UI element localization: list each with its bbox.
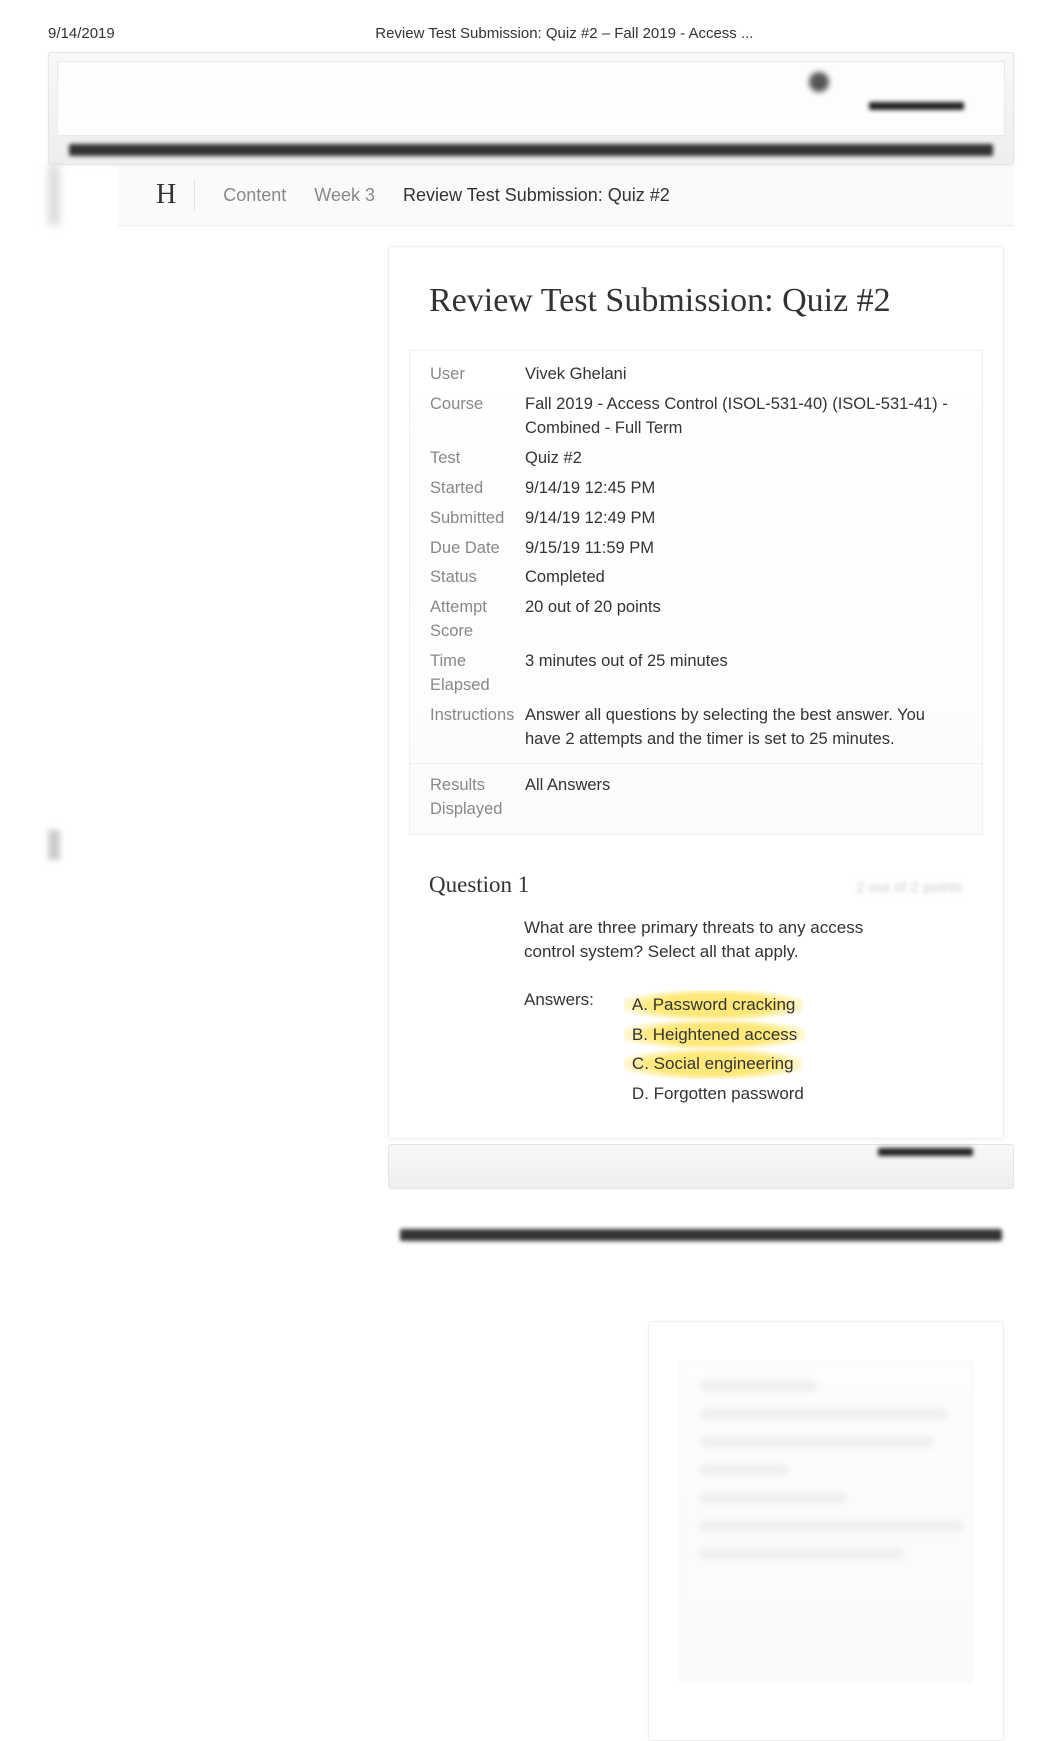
nav-divider-2: [400, 1229, 1002, 1241]
value-score: 20 out of 20 points: [525, 596, 962, 644]
label-user: User: [430, 363, 525, 387]
nav-divider: [69, 144, 993, 156]
redacted-text-bottom: [878, 1148, 973, 1156]
label-course: Course: [430, 393, 525, 441]
question-1: Question 1 2 out of 2 points What are th…: [389, 860, 1003, 1138]
label-score: Attempt Score: [430, 596, 525, 644]
label-submitted: Submitted: [430, 507, 525, 531]
label-instructions: Instructions: [430, 704, 525, 752]
breadcrumb-current: Review Test Submission: Quiz #2: [403, 185, 670, 206]
value-results: All Answers: [525, 774, 962, 822]
value-test: Quiz #2: [525, 447, 962, 471]
blurred-panel: [648, 1321, 1004, 1741]
submission-info-table: User Vivek Ghelani Course Fall 2019 - Ac…: [409, 350, 983, 835]
answers-label: Answers:: [524, 990, 594, 1108]
question-points: 2 out of 2 points: [856, 879, 963, 896]
label-due: Due Date: [430, 537, 525, 561]
value-status: Completed: [525, 566, 962, 590]
value-instructions: Answer all questions by selecting the be…: [525, 704, 962, 752]
label-test: Test: [430, 447, 525, 471]
label-status: Status: [430, 566, 525, 590]
review-panel: Review Test Submission: Quiz #2 User Viv…: [388, 246, 1004, 1139]
left-sidebar: [48, 165, 128, 1741]
answer-d: D. Forgotten password: [624, 1079, 812, 1109]
page-header: 9/14/2019 Review Test Submission: Quiz #…: [0, 0, 1062, 52]
answer-c: C. Social engineering: [624, 1049, 802, 1079]
question-text: What are three primary threats to any ac…: [429, 916, 909, 990]
value-elapsed: 3 minutes out of 25 minutes: [525, 650, 962, 698]
avatar-icon: [809, 72, 829, 92]
breadcrumb: H Content Week 3 Review Test Submission:…: [118, 165, 1014, 226]
breadcrumb-week[interactable]: Week 3: [314, 185, 375, 206]
left-nav-spacer-2: [388, 1251, 628, 1741]
value-course: Fall 2019 - Access Control (ISOL-531-40)…: [525, 393, 962, 441]
label-results: Results Displayed: [430, 774, 525, 822]
question-title: Question 1: [429, 872, 529, 898]
redacted-text: [869, 102, 964, 110]
bottom-banner: [388, 1144, 1014, 1189]
answer-a: A. Password cracking: [624, 990, 803, 1020]
value-user: Vivek Ghelani: [525, 363, 962, 387]
value-started: 9/14/19 12:45 PM: [525, 477, 962, 501]
value-submitted: 9/14/19 12:49 PM: [525, 507, 962, 531]
header-date: 9/14/2019: [48, 25, 115, 42]
header-title: Review Test Submission: Quiz #2 – Fall 2…: [375, 25, 753, 42]
breadcrumb-home[interactable]: H: [138, 179, 195, 211]
answer-b: B. Heightened access: [624, 1020, 805, 1050]
answers-list: A. Password cracking B. Heightened acces…: [624, 990, 812, 1108]
breadcrumb-content[interactable]: Content: [223, 185, 286, 206]
label-elapsed: Time Elapsed: [430, 650, 525, 698]
top-banner: [48, 52, 1014, 165]
panel-title: Review Test Submission: Quiz #2: [389, 247, 1003, 350]
left-nav-spacer: [128, 246, 368, 1741]
label-started: Started: [430, 477, 525, 501]
value-due: 9/15/19 11:59 PM: [525, 537, 962, 561]
